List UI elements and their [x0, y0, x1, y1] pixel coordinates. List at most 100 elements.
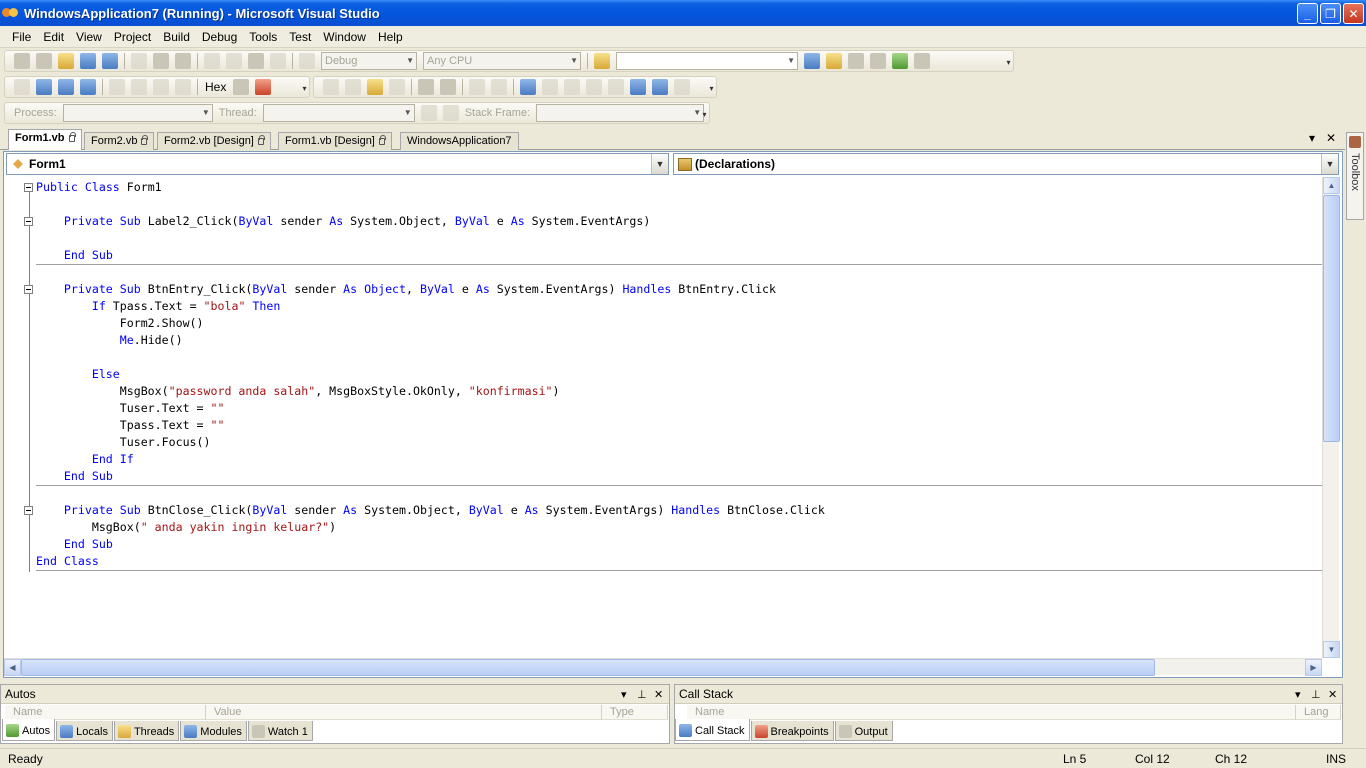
column-name[interactable]: Name: [5, 705, 206, 720]
maximize-button[interactable]: ❐: [1320, 3, 1341, 24]
scroll-left-icon[interactable]: ◀: [4, 659, 21, 676]
tab-output[interactable]: Output: [834, 721, 893, 741]
hex-toggle[interactable]: Hex: [205, 80, 226, 94]
step-into-icon[interactable]: [131, 79, 147, 95]
menu-debug[interactable]: Debug: [196, 28, 243, 46]
stop-debugging-icon[interactable]: [58, 79, 74, 95]
class-name-combo[interactable]: Form1 ▼: [6, 153, 669, 175]
paste-icon[interactable]: [175, 53, 191, 69]
tab-autos[interactable]: Autos: [2, 719, 56, 741]
save-icon[interactable]: [80, 53, 96, 69]
tab-form1-design[interactable]: Form1.vb [Design]: [278, 132, 392, 150]
tab-form1-vb[interactable]: Form1.vb: [8, 129, 82, 150]
platform-select[interactable]: Any CPU ▼: [423, 52, 581, 70]
pin-icon[interactable]: ⊥: [1311, 688, 1321, 701]
column-name[interactable]: Name: [687, 705, 1296, 720]
collapse-icon[interactable]: [24, 183, 33, 192]
solution-explorer-icon[interactable]: [804, 53, 820, 69]
filter-icon[interactable]: [420, 105, 437, 121]
parameter-info-icon[interactable]: [345, 79, 361, 95]
redo-icon[interactable]: [226, 53, 242, 69]
menu-view[interactable]: View: [70, 28, 108, 46]
tab-breakpoints[interactable]: Breakpoints: [750, 721, 834, 741]
menu-window[interactable]: Window: [317, 28, 372, 46]
previous-bookmark-folder-icon[interactable]: [586, 79, 602, 95]
run-to-cursor-icon[interactable]: [233, 79, 250, 95]
previous-bookmark-icon[interactable]: [542, 79, 558, 95]
add-item-icon[interactable]: [36, 53, 52, 69]
close-panel-icon[interactable]: ✕: [654, 688, 663, 701]
navigate-icon[interactable]: [248, 53, 264, 69]
menu-edit[interactable]: Edit: [37, 28, 70, 46]
save-all-icon[interactable]: [102, 53, 118, 69]
tab-watch-1[interactable]: Watch 1: [247, 721, 313, 741]
process-select[interactable]: ▼: [62, 104, 213, 122]
step-out-icon[interactable]: [175, 79, 191, 95]
cut-icon[interactable]: [131, 53, 147, 69]
next-bookmark-document-icon[interactable]: [652, 79, 668, 95]
properties-icon[interactable]: [826, 53, 842, 69]
menu-help[interactable]: Help: [372, 28, 409, 46]
active-files-dropdown-icon[interactable]: ▾: [1309, 131, 1315, 145]
minimize-button[interactable]: _: [1297, 3, 1318, 24]
vertical-scrollbar[interactable]: ▲ ▼: [1322, 177, 1340, 658]
previous-bookmark-document-icon[interactable]: [630, 79, 646, 95]
column-type[interactable]: Type: [602, 705, 668, 720]
object-browser-icon[interactable]: [848, 53, 864, 69]
find-in-files-icon[interactable]: [594, 53, 610, 69]
start-page-icon[interactable]: [892, 53, 908, 69]
code-text-area[interactable]: Public Class Form1 Private Sub Label2_Cl…: [4, 177, 1322, 658]
method-name-combo[interactable]: (Declarations) ▼: [673, 153, 1339, 175]
find-combo[interactable]: ▼: [616, 52, 798, 70]
menu-tools[interactable]: Tools: [243, 28, 283, 46]
close-button[interactable]: ✕: [1343, 3, 1364, 24]
menu-file[interactable]: File: [6, 28, 37, 46]
menu-build[interactable]: Build: [157, 28, 196, 46]
menu-test[interactable]: Test: [283, 28, 317, 46]
chevron-down-icon[interactable]: ▼: [651, 154, 668, 174]
flag-threads-icon[interactable]: [442, 105, 459, 121]
other-windows-icon[interactable]: [914, 53, 930, 69]
next-bookmark-icon[interactable]: [564, 79, 580, 95]
clear-bookmarks-icon[interactable]: [674, 79, 690, 95]
tab-form2-vb[interactable]: Form2.vb: [84, 132, 155, 150]
start-debug-icon[interactable]: [299, 53, 315, 69]
toolbar-options-icon[interactable]: ▾: [300, 81, 309, 97]
tab-locals[interactable]: Locals: [56, 721, 113, 741]
stack-frame-select[interactable]: ▼: [536, 104, 705, 122]
decrease-indent-icon[interactable]: [418, 79, 434, 95]
toolbar-options-icon[interactable]: ▾: [700, 107, 709, 123]
column-value[interactable]: Value: [206, 705, 602, 720]
copy-icon[interactable]: [153, 53, 169, 69]
close-panel-icon[interactable]: ✕: [1328, 688, 1337, 701]
toolbox-icon[interactable]: [870, 53, 886, 69]
toolbar-options-icon[interactable]: ▾: [707, 81, 716, 97]
solution-config-select[interactable]: Debug ▼: [321, 52, 417, 70]
chevron-down-icon[interactable]: ▼: [1321, 154, 1338, 174]
panel-menu-icon[interactable]: ▾: [621, 688, 627, 701]
next-bookmark-folder-icon[interactable]: [608, 79, 624, 95]
horizontal-scrollbar[interactable]: ◀ ▶: [4, 658, 1322, 676]
open-file-icon[interactable]: [58, 53, 74, 69]
step-over-icon[interactable]: [153, 79, 169, 95]
tab-windowsapplication7[interactable]: WindowsApplication7: [400, 132, 519, 150]
collapse-icon[interactable]: [24, 217, 33, 226]
tab-form2-design[interactable]: Form2.vb [Design]: [157, 132, 271, 150]
uncomment-icon[interactable]: [491, 79, 507, 95]
navigate-forward-icon[interactable]: [270, 53, 286, 69]
menu-project[interactable]: Project: [108, 28, 157, 46]
pin-icon[interactable]: ⊥: [637, 688, 647, 701]
toolbar-options-icon[interactable]: ▾: [1004, 55, 1013, 71]
complete-word-icon[interactable]: [389, 79, 405, 95]
restart-icon[interactable]: [80, 79, 96, 95]
increase-indent-icon[interactable]: [440, 79, 456, 95]
collapse-icon[interactable]: [24, 506, 33, 515]
undo-icon[interactable]: [204, 53, 220, 69]
thread-select[interactable]: ▼: [262, 104, 415, 122]
horizontal-scroll-thumb[interactable]: [21, 659, 1155, 676]
comment-out-icon[interactable]: [469, 79, 485, 95]
tab-modules[interactable]: Modules: [180, 721, 247, 741]
break-all-icon[interactable]: [36, 79, 52, 95]
tab-threads[interactable]: Threads: [113, 721, 180, 741]
toggle-bookmark-icon[interactable]: [520, 79, 536, 95]
